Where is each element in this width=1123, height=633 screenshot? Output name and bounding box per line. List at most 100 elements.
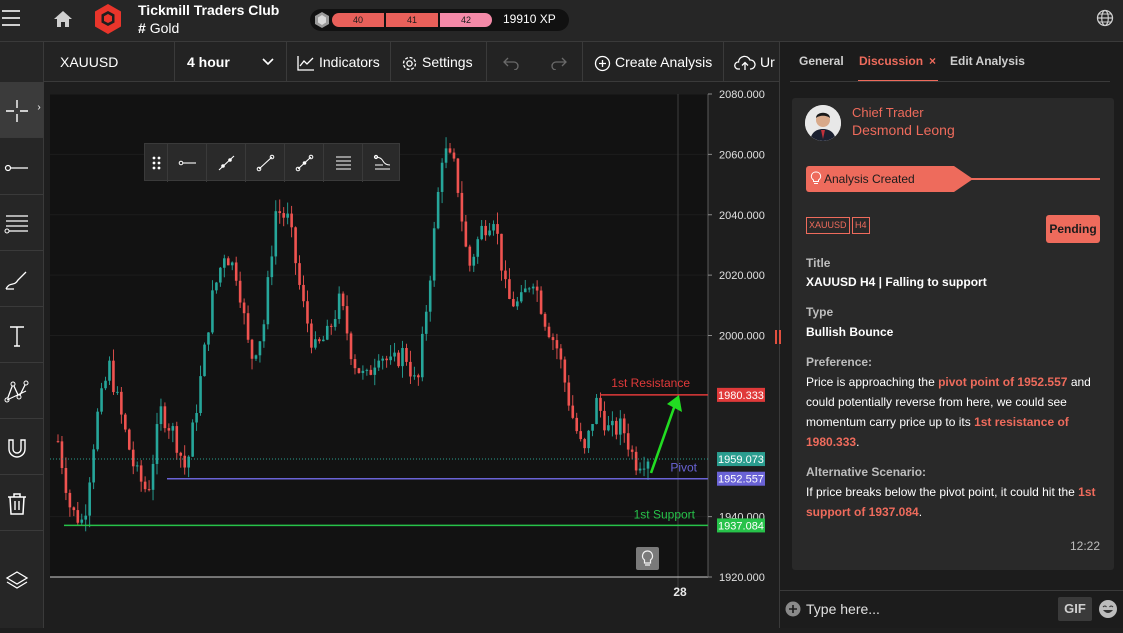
indicators-button[interactable]: Indicators	[287, 42, 391, 82]
tab-discussion-label: Discussion	[859, 54, 924, 68]
candle-body	[92, 449, 95, 483]
text-icon	[10, 326, 24, 347]
redo-icon	[551, 57, 567, 71]
candle-body	[116, 391, 119, 393]
home-icon[interactable]	[52, 9, 74, 29]
candle-body	[504, 270, 507, 280]
extended-line-icon	[218, 155, 235, 171]
candle-body	[603, 410, 606, 431]
interval-dropdown[interactable]: 4 hour	[175, 42, 287, 82]
candle-body	[428, 280, 432, 312]
info-line-button[interactable]	[284, 144, 323, 182]
delete-tool[interactable]	[0, 475, 44, 531]
symbol-selector[interactable]: XAUUSD	[44, 42, 175, 82]
gif-button[interactable]: GIF	[1058, 597, 1092, 621]
candle-body	[310, 323, 313, 348]
pattern-tool[interactable]	[0, 363, 44, 419]
title-label: Title	[806, 256, 831, 270]
candle-body	[108, 360, 111, 381]
candle-body	[547, 326, 551, 338]
support-label: 1st Support	[634, 507, 696, 521]
candle-body	[583, 439, 586, 449]
trash-icon	[8, 493, 26, 515]
candle-body	[630, 449, 634, 452]
message-input[interactable]	[806, 599, 1056, 619]
text-tool[interactable]	[0, 307, 44, 363]
extended-line-button[interactable]	[206, 144, 245, 182]
candle-body	[432, 228, 436, 281]
candle-body	[139, 465, 143, 482]
candle-body	[385, 358, 388, 361]
close-icon[interactable]: ×	[929, 54, 936, 68]
candle-body	[401, 347, 404, 367]
panel-tabs: General Discussion × Edit Analysis	[780, 42, 1123, 82]
candle-body	[444, 148, 448, 163]
candle-body	[468, 246, 472, 266]
candle-body	[420, 333, 424, 378]
layers-tool[interactable]	[0, 552, 44, 608]
top-bar: Tickmill Traders Club # Gold 40 41 42 19…	[0, 0, 1123, 42]
candle-body	[88, 482, 91, 516]
type-value: Bullish Bounce	[806, 325, 894, 339]
candle-body	[357, 368, 361, 374]
brush-tool[interactable]	[0, 251, 44, 307]
candle-body	[551, 337, 555, 341]
chevron-down-icon	[262, 58, 274, 66]
upload-label: Ur	[760, 54, 775, 70]
tab-edit-analysis[interactable]: Edit Analysis	[950, 54, 1025, 68]
candle-body	[242, 302, 246, 314]
candle-body	[337, 293, 341, 320]
status-badge: Pending	[1046, 215, 1100, 243]
emoji-icon[interactable]	[1098, 599, 1118, 619]
fib-channel-button[interactable]	[362, 144, 401, 182]
y-tick-label: 1920.000	[719, 572, 765, 584]
candle-body	[452, 152, 456, 159]
tab-discussion[interactable]: Discussion ×	[859, 54, 936, 68]
indicators-icon	[297, 56, 314, 71]
xp-level-40: 40	[332, 13, 384, 27]
candle-body	[60, 441, 64, 469]
trend-line-button[interactable]	[245, 144, 284, 182]
parallel-channel-icon	[336, 156, 351, 170]
analysis-created-label: Analysis Created	[824, 172, 915, 186]
drag-handle-icon[interactable]	[147, 145, 165, 181]
candle-body	[488, 230, 491, 236]
menu-icon[interactable]	[2, 10, 20, 26]
ray-tool-button[interactable]	[167, 144, 206, 182]
floating-draw-toolbar	[144, 143, 401, 182]
settings-button[interactable]: Settings	[391, 42, 487, 82]
indicators-label: Indicators	[319, 54, 380, 70]
candle-body	[413, 375, 416, 377]
candle-body	[250, 339, 254, 359]
create-analysis-button[interactable]: Create Analysis	[584, 42, 724, 82]
expand-toolbar-arrow[interactable]: ›	[34, 90, 44, 126]
add-attachment-icon[interactable]	[785, 601, 801, 617]
parallel-channel-button[interactable]	[323, 144, 362, 182]
fib-lines-icon	[4, 215, 28, 234]
upload-button[interactable]: Ur	[724, 42, 779, 82]
candle-body	[456, 158, 460, 193]
candle-body	[472, 256, 476, 266]
magnet-tool[interactable]	[0, 419, 44, 475]
timeframe-tag: H4	[852, 217, 870, 234]
panel-resize-handle[interactable]	[775, 330, 781, 344]
redo-button[interactable]	[535, 42, 583, 82]
candle-body	[322, 339, 325, 342]
candle-body	[238, 280, 242, 303]
support-price-tag-text: 1937.084	[718, 520, 764, 532]
globe-icon[interactable]	[1096, 9, 1114, 27]
candle-body	[72, 507, 76, 511]
alternative-label: Alternative Scenario:	[806, 465, 927, 479]
candle-body	[127, 429, 131, 450]
tab-general[interactable]: General	[799, 54, 844, 68]
undo-button[interactable]	[487, 42, 535, 82]
candle-body	[274, 211, 278, 257]
candle-body	[607, 425, 610, 431]
candle-body	[151, 463, 155, 490]
candle-body	[135, 465, 139, 467]
horizontal-ray-tool[interactable]	[0, 139, 44, 195]
candle-body	[634, 451, 638, 471]
analysis-card: Chief Trader Desmond Leong Analysis Crea…	[792, 98, 1114, 570]
candle-body	[325, 325, 329, 340]
fib-retracement-tool[interactable]	[0, 195, 44, 251]
